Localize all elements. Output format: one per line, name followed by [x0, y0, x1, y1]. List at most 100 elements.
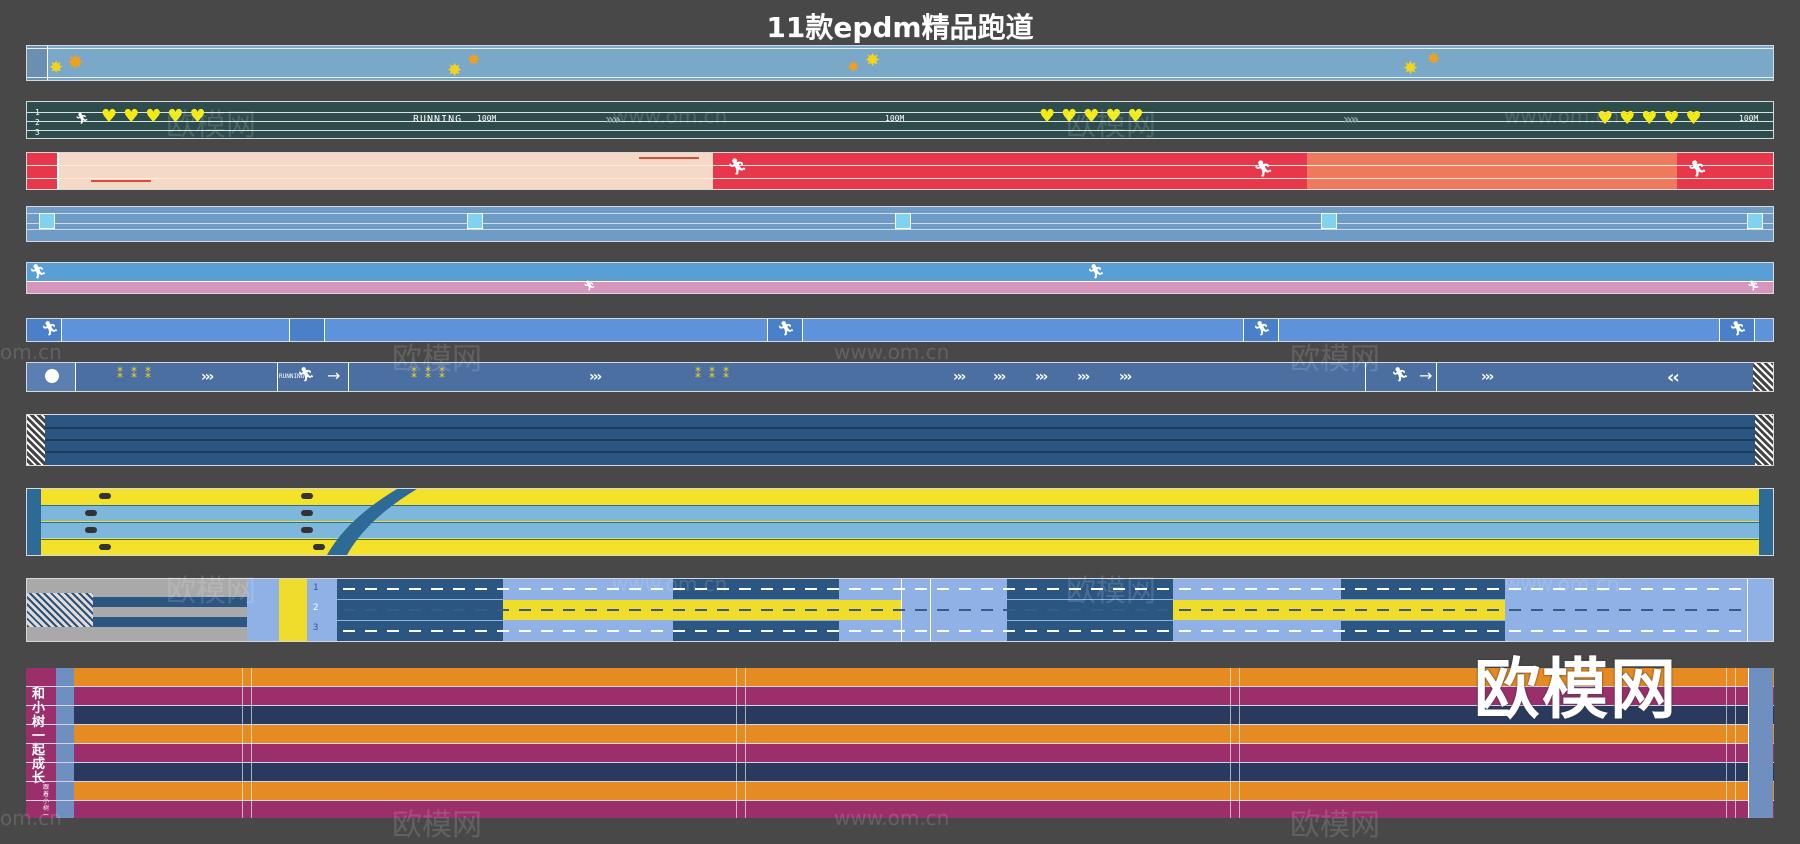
running-label: RUNNING	[413, 114, 463, 125]
distance-marker: 100M	[1739, 114, 1759, 123]
lane-marker	[467, 213, 483, 229]
lane-number-1: 1	[35, 108, 40, 117]
track-1-autumn-leaves: ✸ ✸ ✸ ✸ ✸ ✸ ✸ ✸	[26, 45, 1774, 81]
track-9-yellow-curve	[26, 488, 1774, 556]
site-logo-watermark: 欧模网	[1474, 651, 1678, 728]
chevron-icon: ›››	[993, 369, 1006, 385]
curve-stripe	[327, 489, 417, 555]
coral-section	[1307, 153, 1677, 189]
runner-icon: 🏃︎	[777, 321, 795, 337]
start-block	[27, 46, 48, 80]
finish-column	[1748, 668, 1773, 818]
runner-icon: 🏃︎	[297, 367, 315, 383]
leaf-icon: ✸	[67, 50, 84, 74]
chevron-icon: ›››	[1035, 369, 1048, 385]
lane-marker	[1321, 213, 1337, 229]
lane-marker-column	[736, 668, 746, 818]
banner-title: 和小树一起成长	[32, 687, 46, 786]
track-4-blue-markers	[26, 206, 1774, 242]
runner-icon: 🏃︎	[1087, 264, 1105, 280]
distance-marker: 100M	[885, 114, 905, 123]
finish-block	[1759, 489, 1773, 555]
lane-marker-column	[1230, 668, 1240, 818]
marker-icon	[313, 544, 325, 550]
track-5-blue-pink: 🏃︎ 🏃︎ 🏃︎ 🏃︎	[26, 262, 1774, 294]
track-2-hearts: 1 2 3 🏃︎ ♥♥♥♥♥ RUNNING 100M »» 100M ♥♥♥♥…	[26, 101, 1774, 139]
track-7-footprints: ⁑⁑⁑ ››› RUNNING 🏃︎ → ⁑⁑⁑ ››› ⁑⁑⁑ ››› ›››…	[26, 362, 1774, 392]
marker-icon	[301, 510, 313, 516]
watermark-url-partial: om.cn	[0, 340, 62, 364]
runner-icon: 🏃︎	[583, 281, 596, 292]
chevron-icon: »»	[1343, 112, 1359, 128]
marker-icon	[99, 544, 111, 550]
lane-marker	[39, 213, 55, 229]
leaf-icon: ✸	[49, 58, 64, 78]
runner-icon: 🏃︎	[1747, 281, 1760, 292]
runner-icon: 🏃︎	[1391, 367, 1409, 383]
heart-icons: ♥♥♥♥♥	[101, 106, 212, 127]
chevron-icon: ›››	[1077, 369, 1090, 385]
lane-marker	[1747, 213, 1763, 229]
lane-marker-column	[242, 668, 252, 818]
start-hatch	[27, 593, 93, 627]
runner-icon: 🏃︎	[1729, 321, 1747, 337]
start-block	[27, 489, 41, 555]
runner-icon: 🏃︎	[1253, 321, 1271, 337]
chevron-icon: ›››	[1481, 369, 1494, 385]
leaf-icon: ✸	[447, 60, 463, 81]
marker-icon	[85, 527, 97, 533]
face-icon	[45, 369, 59, 383]
leaf-icon: ✸	[1403, 58, 1419, 79]
start-hatch	[27, 415, 45, 465]
chevron-icon: »»	[605, 112, 621, 128]
marker-icon	[301, 527, 313, 533]
runner-icon: 🏃︎	[1253, 159, 1274, 178]
lane-marker-column	[1726, 668, 1736, 818]
chevron-icon: ›››	[1119, 369, 1132, 385]
lane-number-1: 1	[313, 583, 319, 593]
footprint-icons: ⁑⁑⁑	[411, 367, 453, 381]
chevron-icon: ›››	[953, 369, 966, 385]
page-title: 11款epdm精品跑道	[766, 11, 1034, 44]
track-10-blocks: 1 2 3	[26, 578, 1774, 642]
lane-number-2: 2	[313, 603, 319, 613]
runner-icon: 🏃︎	[727, 157, 748, 176]
heart-icons: ♥♥♥♥♥	[1039, 106, 1150, 127]
arrow-right-icon: →	[327, 366, 341, 385]
arrow-line	[639, 157, 699, 159]
watermark-url: www.om.cn	[834, 340, 950, 364]
peach-section	[57, 153, 713, 189]
leaf-icon: ✸	[847, 58, 860, 76]
runner-icon: 🏃︎	[41, 321, 59, 337]
track-3-peach-red: 🏃︎ 🏃︎ 🏃︎	[26, 152, 1774, 190]
distance-marker: 100M	[477, 114, 497, 123]
yellow-marker-block	[279, 579, 307, 641]
arrow-line	[91, 180, 151, 182]
finish-hatch	[1755, 415, 1773, 465]
leaf-icon: ✸	[467, 50, 481, 69]
skyblue-lane	[27, 506, 1773, 521]
arrow-right-icon: →	[1419, 366, 1433, 385]
banner-subtitle: 跟着小树一起奔跑	[43, 784, 50, 818]
runner-icon: 🏃︎	[1687, 159, 1708, 178]
lane-number-3: 3	[313, 623, 319, 633]
skyblue-lane	[27, 523, 1773, 538]
footprint-icons: ⁑⁑⁑	[117, 367, 159, 381]
chevron-icon: ›››	[589, 369, 602, 385]
lane-marker	[895, 213, 911, 229]
finish-block	[1747, 579, 1773, 641]
runner-icon: 🏃︎	[29, 264, 47, 280]
track-8-navy	[26, 414, 1774, 466]
track-6-bright-blue: 🏃︎ 🏃︎ 🏃︎ 🏃︎	[26, 318, 1774, 342]
chevron-left-icon: ‹‹	[1667, 367, 1680, 388]
marker-icon	[99, 493, 111, 499]
pink-lane	[27, 282, 1773, 293]
leaf-icon: ✸	[865, 50, 881, 71]
chevron-icon: ›››	[201, 369, 214, 385]
leaf-icon: ✸	[1427, 49, 1441, 68]
marker-icon	[85, 510, 97, 516]
runner-icon: 🏃︎	[75, 112, 89, 125]
lane-number-3: 3	[35, 128, 40, 137]
heart-icons: ♥♥♥♥♥	[1597, 108, 1708, 129]
footprint-icons: ⁑⁑⁑	[695, 367, 737, 381]
